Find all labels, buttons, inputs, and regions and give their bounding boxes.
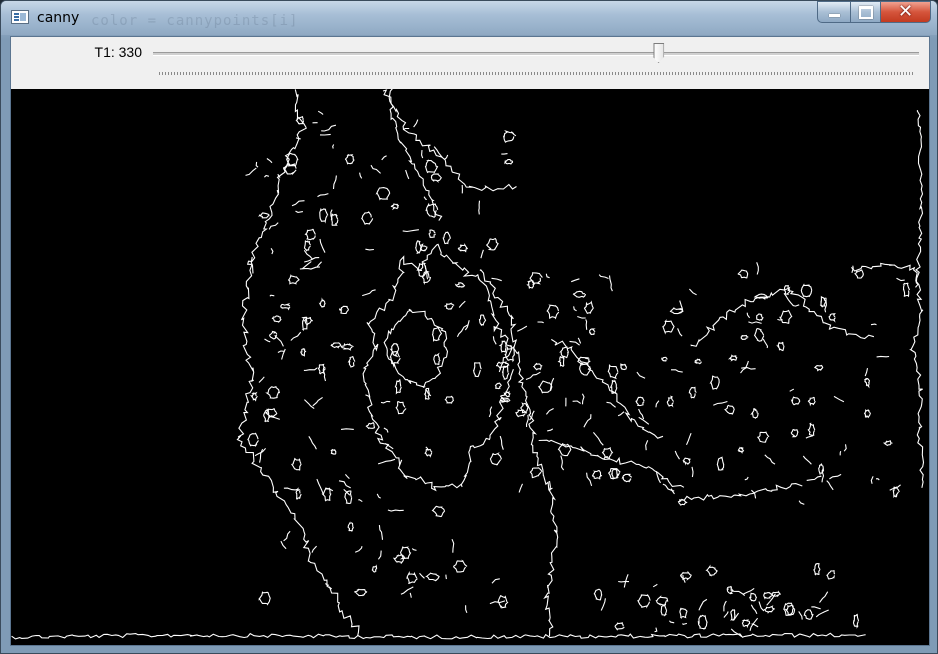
background-code-ghost: color = cannypoints[i]: [91, 13, 299, 29]
edge-fragment: [319, 133, 331, 136]
window-title: canny: [37, 10, 80, 26]
edge-fragment: [501, 153, 508, 155]
edge-image-canvas: [11, 89, 929, 645]
edge-fragment: [876, 355, 890, 358]
app-window: canny color = cannypoints[i] ✕ T1: 330: [0, 0, 938, 654]
edge-fragment: [478, 200, 481, 215]
caption-buttons: ✕: [817, 1, 931, 25]
trackbar-thumb[interactable]: [653, 43, 665, 63]
minimize-icon: [828, 14, 840, 17]
edge-fragment: [445, 574, 447, 580]
title-bar[interactable]: canny color = cannypoints[i] ✕: [1, 1, 937, 35]
edge-fragment: [870, 323, 877, 326]
minimize-button[interactable]: [817, 1, 851, 23]
maximize-icon: [858, 5, 873, 19]
trackbar-track[interactable]: [153, 52, 919, 56]
edge-image: [11, 89, 929, 645]
app-window-icon[interactable]: [11, 10, 29, 24]
window-client-area: T1: 330: [10, 36, 930, 646]
edge-fragment: [340, 428, 354, 430]
trackbar-label: T1: 330: [94, 44, 142, 60]
trackbar-panel: T1: 330: [11, 37, 929, 89]
trackbar-ticks: [159, 72, 914, 75]
edge-fragment: [299, 268, 312, 270]
edge-fragment: [839, 451, 842, 456]
maximize-button[interactable]: [851, 1, 881, 23]
close-button[interactable]: ✕: [881, 1, 931, 23]
close-icon: ✕: [897, 1, 914, 22]
